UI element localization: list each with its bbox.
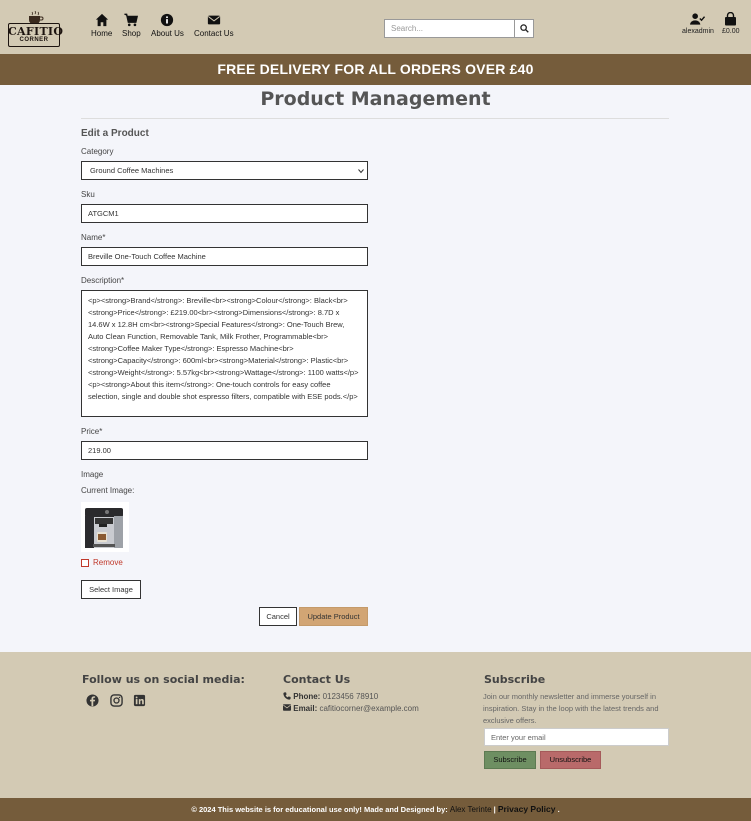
nav-contact[interactable]: Contact Us	[194, 13, 234, 38]
email-value: cafitiocorner@example.com	[319, 704, 419, 713]
site-logo[interactable]: CAFITIO CORNER	[8, 11, 63, 47]
shopping-bag-icon	[725, 12, 737, 26]
name-input[interactable]	[81, 247, 368, 266]
contact-email: Email: cafitiocorner@example.com	[283, 704, 419, 713]
select-image-button[interactable]: Select Image	[81, 580, 141, 599]
delivery-banner: FREE DELIVERY FOR ALL ORDERS OVER £40	[0, 54, 751, 85]
subscribe-heading: Subscribe	[484, 673, 546, 686]
price-label: Price*	[81, 427, 103, 436]
description-textarea[interactable]: <p><strong>Brand</strong>: Breville<br><…	[81, 290, 368, 417]
copyright-end: .	[557, 805, 560, 814]
account-username: alexadmin	[682, 28, 714, 35]
current-image-label: Current Image:	[81, 486, 135, 495]
newsletter-email-input[interactable]	[484, 728, 669, 746]
nav-home-label: Home	[91, 29, 113, 38]
form-heading: Edit a Product	[81, 128, 149, 139]
facebook-icon[interactable]	[86, 694, 99, 707]
category-select[interactable]: Ground Coffee Machines	[81, 161, 368, 180]
search-input[interactable]	[385, 20, 515, 37]
coffee-machine-image	[81, 502, 129, 552]
update-product-button[interactable]: Update Product	[299, 607, 368, 626]
product-thumbnail[interactable]	[81, 502, 129, 552]
nav-about-label: About Us	[151, 29, 184, 38]
title-divider	[81, 118, 669, 119]
social-heading: Follow us on social media:	[82, 673, 245, 686]
basket-total: £0.00	[722, 28, 740, 35]
image-label: Image	[81, 470, 104, 479]
contact-phone: Phone: 0123456 78910	[283, 692, 378, 701]
nav-home[interactable]: Home	[91, 13, 112, 38]
sku-input[interactable]	[81, 204, 368, 223]
phone-label: Phone:	[293, 692, 321, 701]
description-label: Description*	[81, 276, 125, 285]
account-menu[interactable]: alexadmin	[682, 12, 714, 35]
contact-heading: Contact Us	[283, 673, 351, 686]
cart-icon	[124, 13, 139, 27]
header: CAFITIO CORNER Home Shop About Us Contac…	[0, 0, 751, 54]
cancel-button[interactable]: Cancel	[259, 607, 297, 626]
author-link[interactable]: Alex Terinte	[450, 805, 492, 814]
copyright-bar: © 2024 This website is for educational u…	[0, 798, 751, 821]
chevron-down-icon	[358, 169, 364, 174]
phone-value: 0123456 78910	[322, 692, 379, 701]
nav-shop[interactable]: Shop	[122, 13, 141, 38]
instagram-icon[interactable]	[110, 694, 123, 707]
envelope-icon	[207, 15, 220, 25]
nav-about[interactable]: About Us	[151, 13, 184, 38]
remove-image-checkbox[interactable]: Remove	[81, 558, 123, 567]
privacy-policy-link[interactable]: Privacy Policy	[498, 804, 556, 814]
nav-shop-label: Shop	[122, 29, 141, 38]
category-label: Category	[81, 147, 114, 156]
linkedin-icon[interactable]	[133, 694, 146, 707]
price-input[interactable]	[81, 441, 368, 460]
info-icon	[161, 13, 174, 27]
logo-subtext: CORNER	[19, 37, 49, 43]
checkbox-box[interactable]	[81, 558, 89, 567]
nav-contact-label: Contact Us	[194, 29, 234, 38]
copyright-text: © 2024 This website is for educational u…	[191, 805, 448, 814]
page-title: Product Management	[260, 88, 491, 110]
copyright-separator: |	[493, 805, 496, 814]
home-icon	[95, 13, 108, 27]
sku-label: Sku	[81, 190, 95, 199]
basket-link[interactable]: £0.00	[722, 12, 740, 35]
name-label: Name*	[81, 233, 106, 242]
category-value: Ground Coffee Machines	[90, 166, 174, 175]
unsubscribe-button[interactable]: Unsubscribe	[540, 751, 601, 769]
remove-label: Remove	[93, 558, 123, 567]
user-check-icon	[690, 13, 706, 25]
search-icon	[520, 24, 529, 33]
search-bar	[384, 19, 534, 38]
search-button[interactable]	[516, 20, 533, 37]
subscribe-button[interactable]: Subscribe	[484, 751, 536, 769]
subscribe-description: Join our monthly newsletter and immerse …	[483, 692, 659, 725]
phone-icon	[283, 692, 291, 700]
email-label: Email:	[293, 704, 318, 713]
envelope-icon	[283, 704, 291, 711]
